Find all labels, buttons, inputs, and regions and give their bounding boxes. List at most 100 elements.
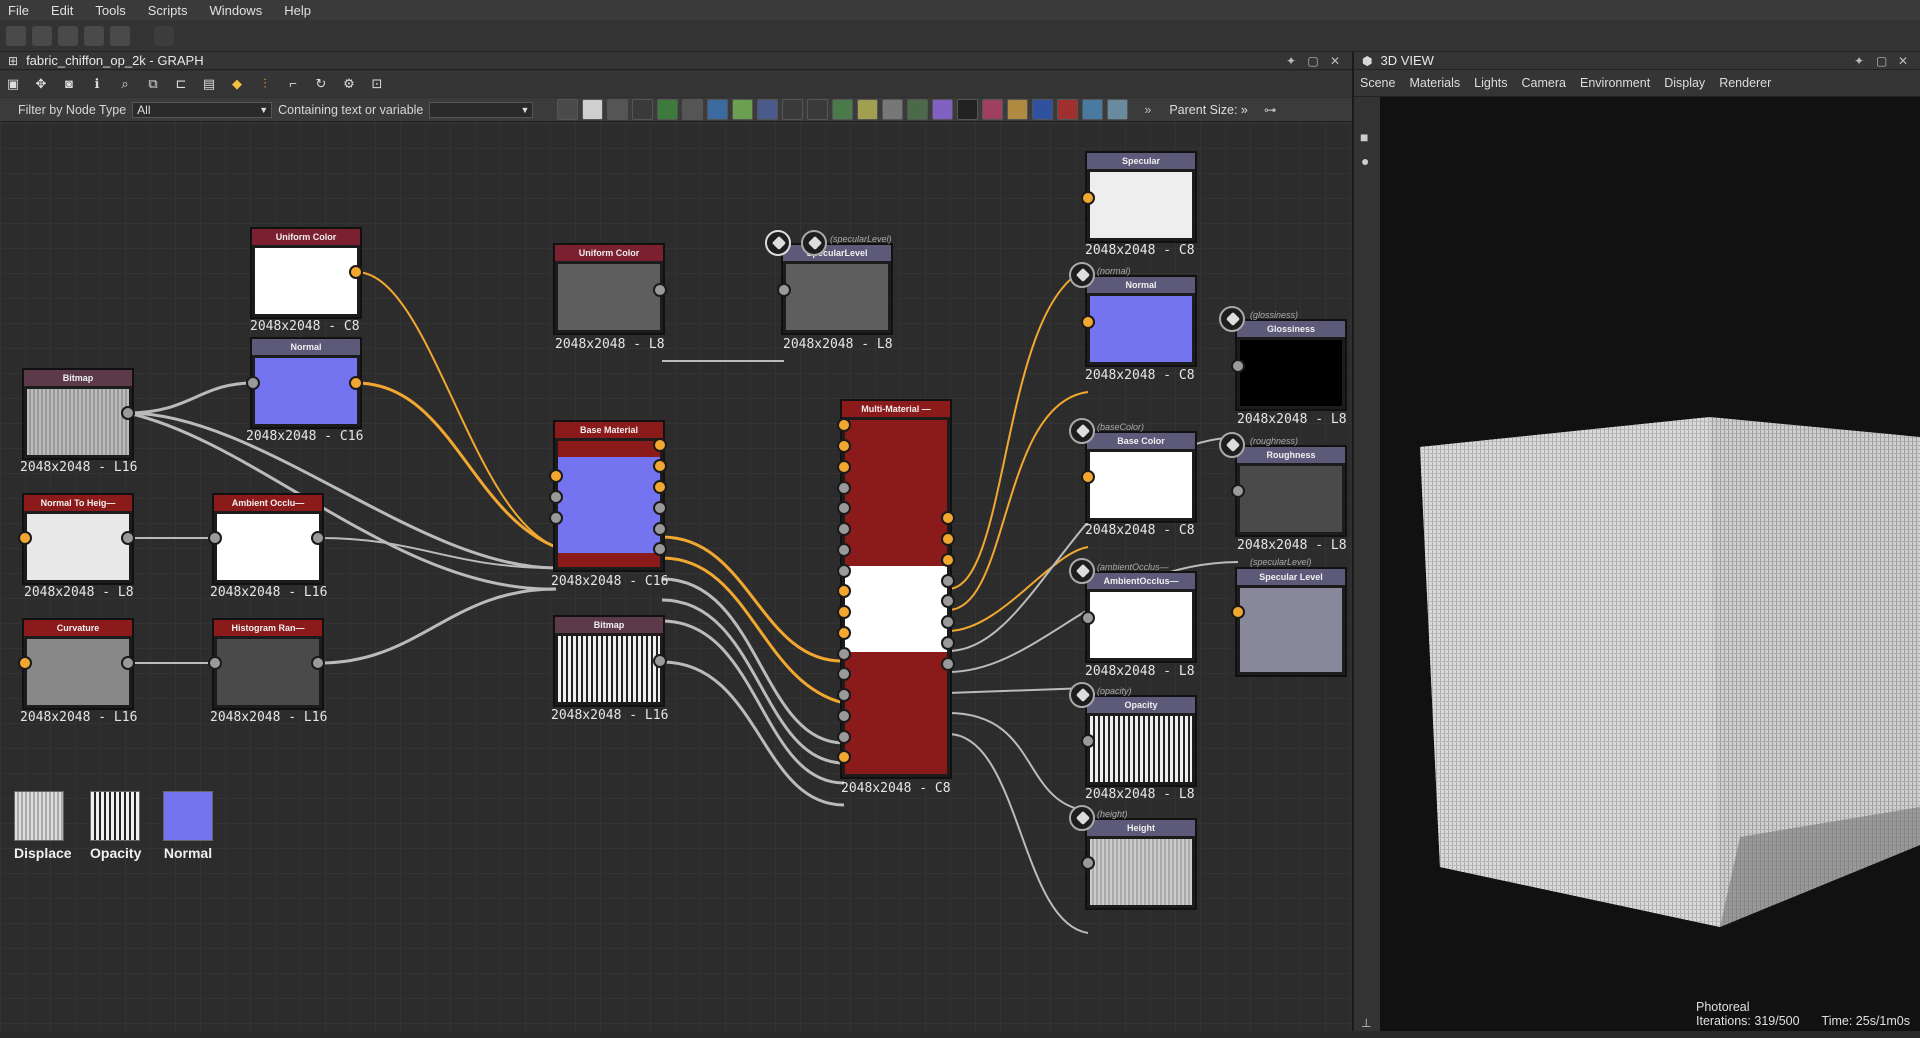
input-port[interactable] xyxy=(837,688,851,702)
node-bitmap-2[interactable]: Bitmap xyxy=(553,615,665,707)
view3d-menu-lights[interactable]: Lights xyxy=(1474,76,1507,90)
view3d-menu-camera[interactable]: Camera xyxy=(1522,76,1566,90)
open-folder-icon[interactable] xyxy=(58,25,78,46)
output-port[interactable] xyxy=(941,657,955,671)
close-icon[interactable]: ✕ xyxy=(1328,54,1342,68)
node-icon-warp[interactable] xyxy=(982,99,1004,120)
menu-file[interactable]: File xyxy=(8,3,29,18)
layout-icon[interactable]: ⊏ xyxy=(172,75,190,93)
new-package-icon[interactable] xyxy=(32,25,52,46)
input-port[interactable] xyxy=(1231,359,1245,373)
output-port[interactable] xyxy=(349,376,363,390)
input-port[interactable] xyxy=(837,605,851,619)
undo-dropdown-icon[interactable] xyxy=(136,26,148,46)
input-port[interactable] xyxy=(837,564,851,578)
menu-windows[interactable]: Windows xyxy=(209,3,262,18)
node-icon-blur[interactable] xyxy=(757,99,779,120)
menu-scripts[interactable]: Scripts xyxy=(148,3,188,18)
hierarchy-icon[interactable]: ⊥ xyxy=(1361,1016,1371,1030)
node-uniform-color-2[interactable]: Uniform Color xyxy=(553,243,665,335)
node-icon-fill[interactable] xyxy=(1057,99,1079,120)
node-icon-levels[interactable] xyxy=(882,99,904,120)
node-icon-bitmap[interactable] xyxy=(957,99,979,120)
menu-tools[interactable]: Tools xyxy=(95,3,125,18)
frame-selected-icon[interactable]: ✥ xyxy=(32,75,50,93)
node-icon-frame[interactable] xyxy=(1032,99,1054,120)
refresh-icon[interactable]: ↻ xyxy=(312,75,330,93)
light-bulb-icon[interactable]: ● xyxy=(1361,153,1380,169)
node-icon-blend[interactable] xyxy=(857,99,879,120)
input-port[interactable] xyxy=(1081,470,1095,484)
input-port[interactable] xyxy=(1231,605,1245,619)
input-port[interactable] xyxy=(777,283,791,297)
node-icon-image[interactable] xyxy=(557,99,579,120)
node-output-normal[interactable]: Normal xyxy=(1085,275,1197,367)
output-port[interactable] xyxy=(121,531,135,545)
library-icon[interactable]: ▤ xyxy=(200,75,218,93)
node-icon-curve[interactable] xyxy=(657,99,679,120)
node-icon-grid[interactable] xyxy=(707,99,729,120)
redo-dropdown-icon[interactable] xyxy=(180,26,192,46)
input-port[interactable] xyxy=(1081,191,1095,205)
output-port[interactable] xyxy=(653,542,667,556)
thumbnail-displace[interactable]: Displace xyxy=(14,791,72,861)
node-icon-color[interactable] xyxy=(932,99,954,120)
view3d-menu-materials[interactable]: Materials xyxy=(1409,76,1460,90)
filter-node-type-select[interactable]: All ▼ xyxy=(132,101,273,118)
menu-edit[interactable]: Edit xyxy=(51,3,73,18)
input-port[interactable] xyxy=(549,469,563,483)
undo-icon[interactable] xyxy=(110,25,130,46)
cube-icon[interactable] xyxy=(1069,418,1095,444)
node-output-height[interactable]: Height xyxy=(1085,818,1197,910)
input-port[interactable] xyxy=(837,584,851,598)
node-icon-emboss[interactable] xyxy=(832,99,854,120)
input-port[interactable] xyxy=(549,490,563,504)
node-base-material[interactable]: Base Material xyxy=(553,420,665,572)
node-icon-text[interactable] xyxy=(1007,99,1029,120)
output-port[interactable] xyxy=(941,636,955,650)
input-port[interactable] xyxy=(549,511,563,525)
input-port[interactable] xyxy=(18,656,32,670)
input-port[interactable] xyxy=(837,750,851,764)
output-port[interactable] xyxy=(941,553,955,567)
connect-icon[interactable]: ⌐ xyxy=(284,75,302,93)
input-port[interactable] xyxy=(837,543,851,557)
input-port[interactable] xyxy=(208,656,222,670)
node-output-ambient-occlusion[interactable]: AmbientOcclus— xyxy=(1085,571,1197,663)
node-histogram-range[interactable]: Histogram Ran— xyxy=(212,618,324,710)
output-port[interactable] xyxy=(941,574,955,588)
input-port[interactable] xyxy=(837,418,851,432)
view3d-menu-renderer[interactable]: Renderer xyxy=(1719,76,1771,90)
screenshot-icon[interactable]: ◙ xyxy=(60,75,78,93)
thumbnail-opacity[interactable]: Opacity xyxy=(90,791,141,861)
thumbnail-normal[interactable]: Normal xyxy=(163,791,213,861)
input-port[interactable] xyxy=(837,647,851,661)
input-port[interactable] xyxy=(837,522,851,536)
node-output-specular[interactable]: Specular xyxy=(1085,151,1197,243)
input-port[interactable] xyxy=(1081,315,1095,329)
save-icon[interactable] xyxy=(84,25,104,46)
align-icon[interactable]: ⫶ xyxy=(256,75,274,93)
node-curvature[interactable]: Curvature xyxy=(22,618,134,710)
input-port[interactable] xyxy=(837,481,851,495)
view3d-menu-environment[interactable]: Environment xyxy=(1580,76,1650,90)
input-port[interactable] xyxy=(246,376,260,390)
input-port[interactable] xyxy=(837,626,851,640)
graph-canvas[interactable]: Uniform Color 2048x2048 - C8 Normal 2048… xyxy=(0,123,1352,1038)
input-port[interactable] xyxy=(837,730,851,744)
output-port[interactable] xyxy=(311,531,325,545)
cube-icon[interactable] xyxy=(1069,682,1095,708)
node-output-specular-level[interactable]: Specular Level xyxy=(1235,567,1347,677)
output-port[interactable] xyxy=(653,459,667,473)
wrench-icon[interactable]: ⚙ xyxy=(340,75,358,93)
cube-icon[interactable] xyxy=(1219,432,1245,458)
float-icon[interactable]: ▢ xyxy=(1876,54,1887,68)
float-icon[interactable]: ▢ xyxy=(1306,54,1320,68)
export-icon[interactable]: ⊡ xyxy=(368,75,386,93)
output-port[interactable] xyxy=(941,511,955,525)
menu-help[interactable]: Help xyxy=(284,3,311,18)
output-port[interactable] xyxy=(653,438,667,452)
output-port[interactable] xyxy=(653,501,667,515)
node-icon-gradient[interactable] xyxy=(732,99,754,120)
node-specular-level[interactable]: SpecularLevel xyxy=(781,243,893,335)
